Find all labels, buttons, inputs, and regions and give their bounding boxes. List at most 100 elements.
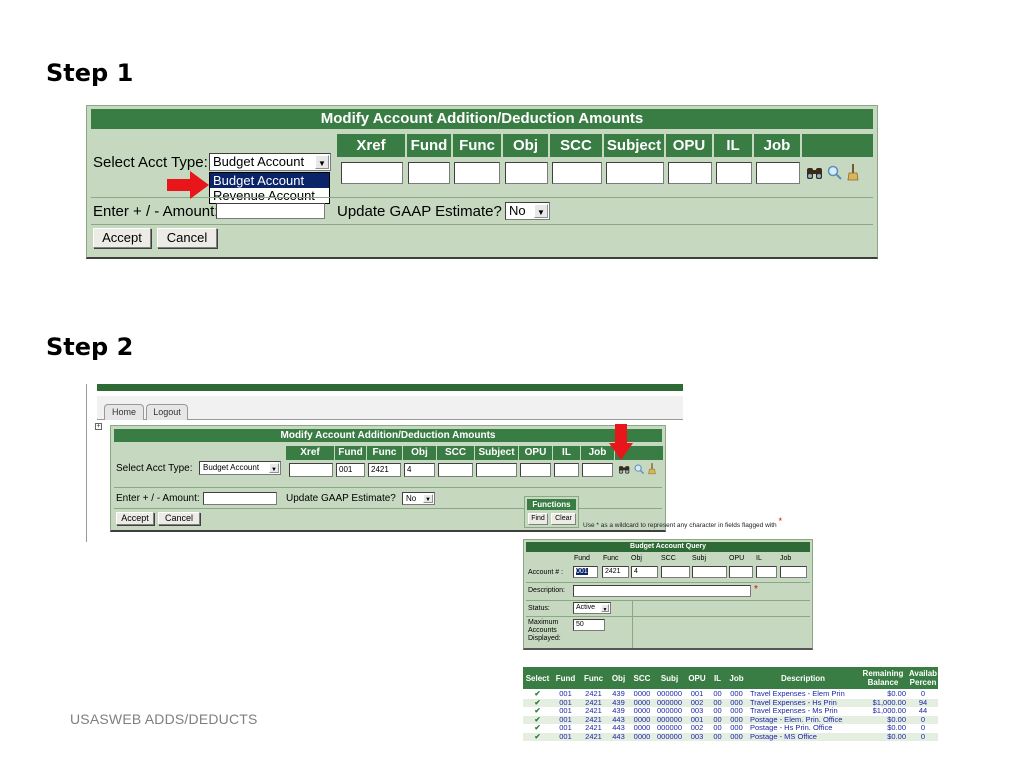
job-input[interactable] xyxy=(582,463,613,477)
max-accounts-label: Maximum Accounts Displayed: xyxy=(528,619,561,643)
scc-input[interactable] xyxy=(438,463,473,477)
results-header-scc[interactable]: SCC xyxy=(629,667,655,689)
query-scc-input[interactable] xyxy=(661,566,690,578)
table-row[interactable]: ✔ 001 2421 443 0000 000000 001 00 000 Postage - E… xyxy=(523,715,938,724)
query-fund-input[interactable]: 001 xyxy=(573,566,598,578)
red-arrow-right-icon xyxy=(167,171,209,199)
select-check-icon[interactable]: ✔ xyxy=(523,716,552,724)
cell-opu: 003 xyxy=(690,733,704,741)
accept-button[interactable]: Accept xyxy=(116,512,154,525)
select-check-icon[interactable]: ✔ xyxy=(523,690,552,698)
results-header-opu[interactable]: OPU xyxy=(684,667,710,689)
select-check-icon[interactable]: ✔ xyxy=(523,733,552,741)
chevron-down-icon[interactable]: ▼ xyxy=(315,155,329,169)
chevron-down-icon[interactable]: ▼ xyxy=(423,494,433,503)
results-header-job[interactable]: Job xyxy=(725,667,748,689)
opu-input[interactable] xyxy=(520,463,551,477)
query-col-obj: Obj xyxy=(631,555,642,562)
query-func-input[interactable]: 2421 xyxy=(602,566,629,578)
obj-input[interactable]: 4 xyxy=(404,463,435,477)
query-col-opu: OPU xyxy=(729,555,745,562)
binoculars-icon[interactable] xyxy=(618,464,631,475)
row-divider xyxy=(526,616,810,617)
amount-label: Enter + / - Amount: xyxy=(116,493,200,504)
tab-home[interactable]: Home xyxy=(104,404,144,420)
magnifier-icon[interactable] xyxy=(634,464,645,475)
chevron-down-icon[interactable]: ▼ xyxy=(601,604,609,613)
results-header-func[interactable]: Func xyxy=(579,667,608,689)
il-input[interactable] xyxy=(716,162,752,184)
table-row[interactable]: ✔ 001 2421 439 0000 000000 001 00 000 Travel Expe… xyxy=(523,690,938,698)
max-accounts-input[interactable]: 50 xyxy=(573,619,605,631)
query-col-func: Func xyxy=(603,555,619,562)
cell-scc: 0000 xyxy=(633,707,651,716)
query-opu-input[interactable] xyxy=(729,566,753,578)
gaap-select[interactable]: No ▼ xyxy=(402,492,435,505)
xref-input[interactable] xyxy=(341,162,403,184)
wildcard-hint: Use * as a wildcard to represent any cha… xyxy=(583,516,782,529)
select-check-icon[interactable]: ✔ xyxy=(523,699,552,707)
dropdown-option-revenue-account[interactable]: Revenue Account xyxy=(210,188,329,203)
acct-type-select[interactable]: Budget Account ▼ xyxy=(199,461,281,475)
func-input[interactable] xyxy=(454,162,500,184)
table-row[interactable]: ✔ 001 2421 443 0000 000000 003 00 000 Postage - M… xyxy=(523,733,938,741)
table-row[interactable]: ✔ 001 2421 439 0000 000000 002 00 000 Travel Expe… xyxy=(523,698,938,707)
results-header-obj[interactable]: Obj xyxy=(608,667,629,689)
table-row[interactable]: ✔ 001 2421 443 0000 000000 002 00 000 Postage - H… xyxy=(523,724,938,733)
dropdown-option-budget-account[interactable]: Budget Account xyxy=(210,173,329,188)
query-subj-input[interactable] xyxy=(692,566,727,578)
opu-input[interactable] xyxy=(668,162,712,184)
select-check-icon[interactable]: ✔ xyxy=(523,724,552,732)
results-header-description[interactable]: Description xyxy=(748,667,858,689)
expand-icon[interactable]: + xyxy=(95,423,102,430)
col-header-scc: SCC xyxy=(437,446,475,460)
form-titlebar: Modify Account Addition/Deduction Amount… xyxy=(114,429,662,442)
magnifier-icon[interactable] xyxy=(827,165,843,181)
amount-input[interactable] xyxy=(203,492,277,505)
job-input[interactable] xyxy=(756,162,800,184)
fund-input[interactable] xyxy=(408,162,450,184)
find-button[interactable]: Find xyxy=(528,513,548,525)
query-col-fund: Fund xyxy=(574,555,590,562)
select-check-icon[interactable]: ✔ xyxy=(523,707,552,715)
gaap-select[interactable]: No ▼ xyxy=(505,202,550,220)
clear-button[interactable]: Clear xyxy=(551,513,576,525)
func-input[interactable]: 2421 xyxy=(368,463,401,477)
amount-input[interactable] xyxy=(216,203,325,219)
description-input[interactable] xyxy=(573,585,751,597)
cancel-button[interactable]: Cancel xyxy=(157,228,217,248)
binoculars-icon[interactable] xyxy=(806,165,824,181)
results-header-available-percent[interactable]: Availab Percen xyxy=(908,667,938,689)
cell-opu: 001 xyxy=(690,715,704,724)
max-accounts-label-line1: Maximum xyxy=(528,619,559,626)
accept-button[interactable]: Accept xyxy=(93,228,151,248)
table-row[interactable]: ✔ 001 2421 439 0000 000000 003 00 000 Travel Expe… xyxy=(523,707,938,716)
results-header-il[interactable]: IL xyxy=(710,667,725,689)
cell-il: 00 xyxy=(713,724,722,733)
results-header-fund[interactable]: Fund xyxy=(552,667,579,689)
subject-input[interactable] xyxy=(476,463,517,477)
scc-input[interactable] xyxy=(552,162,602,184)
results-header-select[interactable]: Select xyxy=(523,667,552,689)
cell-il: 00 xyxy=(713,707,722,716)
chevron-down-icon[interactable]: ▼ xyxy=(269,463,279,473)
acct-type-select[interactable]: Budget Account ▼ xyxy=(209,153,331,171)
broom-icon[interactable] xyxy=(648,462,656,475)
cancel-button[interactable]: Cancel xyxy=(158,512,200,525)
results-header-remaining-balance[interactable]: Remaining Balance xyxy=(858,667,908,689)
query-obj-input[interactable]: 4 xyxy=(631,566,658,578)
fund-input[interactable]: 001 xyxy=(336,463,365,477)
results-header-subj[interactable]: Subj xyxy=(655,667,684,689)
required-star: * xyxy=(778,516,782,526)
chevron-down-icon[interactable]: ▼ xyxy=(534,204,548,218)
xref-input[interactable] xyxy=(289,463,333,477)
query-il-input[interactable] xyxy=(756,566,777,578)
tab-logout[interactable]: Logout xyxy=(146,404,188,420)
row-divider xyxy=(114,487,662,488)
subject-input[interactable] xyxy=(606,162,664,184)
status-select[interactable]: Active ▼ xyxy=(573,602,611,614)
il-input[interactable] xyxy=(554,463,579,477)
query-job-input[interactable] xyxy=(780,566,807,578)
broom-icon[interactable] xyxy=(847,163,859,181)
obj-input[interactable] xyxy=(505,162,548,184)
